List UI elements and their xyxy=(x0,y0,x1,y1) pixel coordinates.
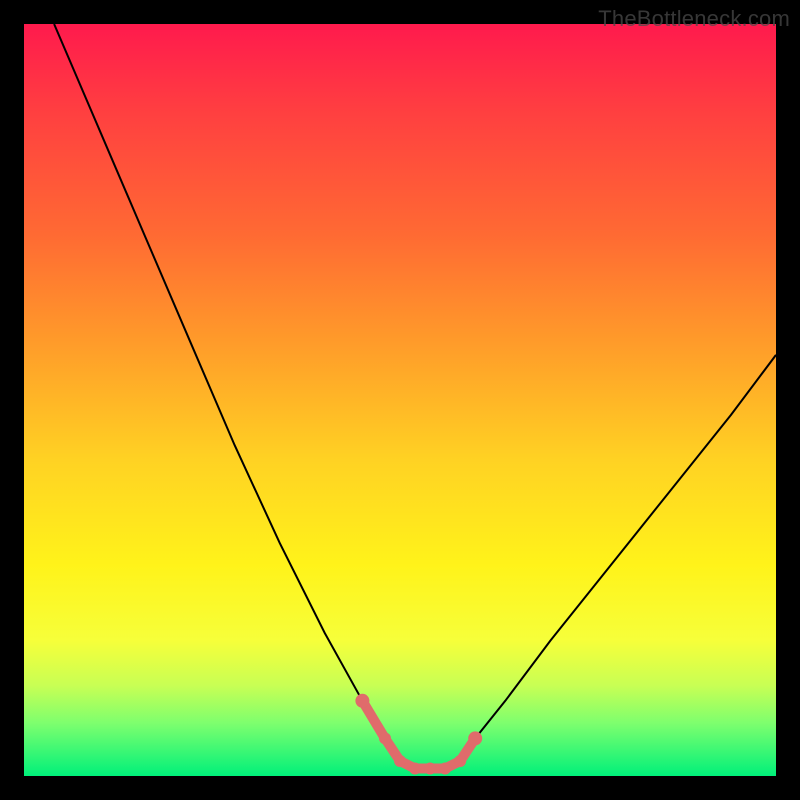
optimal-range-dot xyxy=(394,755,406,767)
watermark-text: TheBottleneck.com xyxy=(598,6,790,32)
optimal-range-dot xyxy=(379,732,391,744)
chart-frame: TheBottleneck.com xyxy=(0,0,800,800)
optimal-range-marker xyxy=(355,694,482,775)
optimal-range-dot xyxy=(468,731,482,745)
optimal-range-dot xyxy=(409,763,421,775)
optimal-range-dot xyxy=(439,763,451,775)
curve-svg xyxy=(24,24,776,776)
optimal-range-dot xyxy=(454,755,466,767)
bottleneck-curve-line xyxy=(54,24,776,769)
plot-area xyxy=(24,24,776,776)
optimal-range-dot xyxy=(424,763,436,775)
optimal-range-dot xyxy=(355,694,369,708)
